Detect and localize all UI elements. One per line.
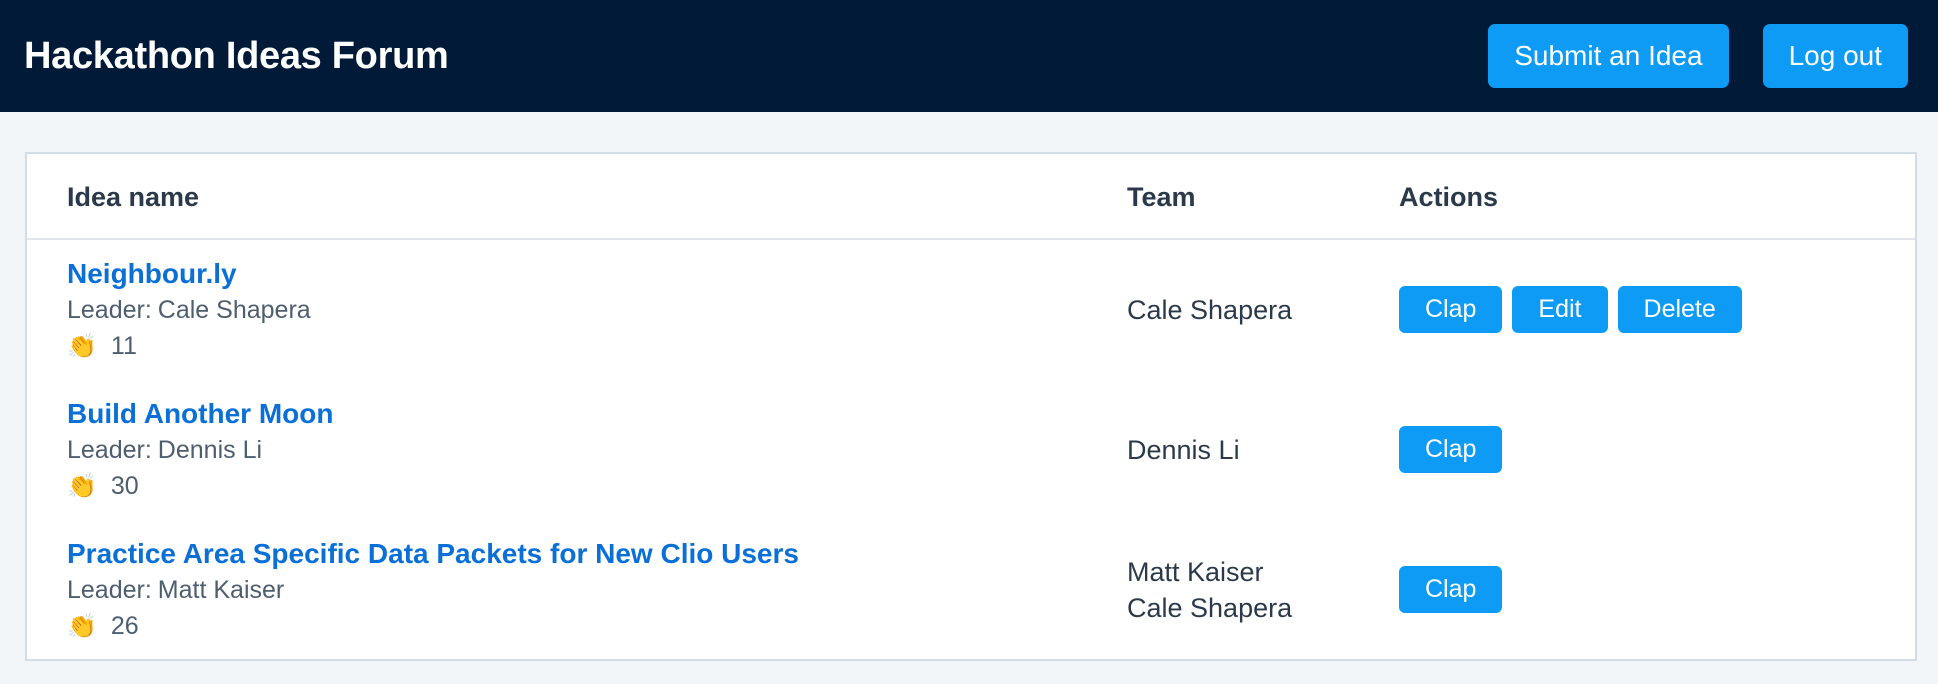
app-title: Hackathon Ideas Forum bbox=[24, 34, 449, 77]
clapping-hands-icon: 👏 bbox=[67, 612, 97, 640]
table-row: Build Another Moon Leader: Dennis Li 👏 30… bbox=[27, 380, 1915, 520]
team-members: Cale Shapera bbox=[1127, 292, 1292, 328]
clap-count: 👏 11 bbox=[67, 332, 137, 361]
row-actions: Clap bbox=[1399, 426, 1503, 473]
idea-leader: Leader: Dennis Li bbox=[67, 436, 262, 465]
team-members: Matt Kaiser Cale Shapera bbox=[1127, 554, 1292, 626]
clap-count: 👏 30 bbox=[67, 472, 139, 501]
column-header-actions: Actions bbox=[1399, 182, 1499, 212]
column-header-team: Team bbox=[1127, 182, 1196, 212]
team-member: Cale Shapera bbox=[1127, 295, 1293, 325]
clap-count-value: 26 bbox=[110, 612, 139, 640]
team-member: Matt Kaiser bbox=[1127, 557, 1264, 587]
clapping-hands-icon: 👏 bbox=[67, 332, 97, 360]
leader-name: Cale Shapera bbox=[157, 296, 311, 324]
idea-link[interactable]: Build Another Moon bbox=[67, 398, 333, 430]
idea-leader: Leader: Cale Shapera bbox=[67, 296, 311, 325]
logout-button[interactable]: Log out bbox=[1762, 24, 1908, 88]
idea-leader: Leader: Matt Kaiser bbox=[67, 576, 284, 605]
ideas-table: Idea name Team Actions Neighbour.ly Lead… bbox=[25, 152, 1917, 661]
clap-button[interactable]: Clap bbox=[1399, 566, 1503, 613]
clap-button[interactable]: Clap bbox=[1399, 286, 1503, 333]
team-member: Cale Shapera bbox=[1127, 593, 1293, 623]
clapping-hands-icon: 👏 bbox=[67, 472, 97, 500]
leader-name: Dennis Li bbox=[157, 436, 263, 464]
clap-count-value: 11 bbox=[110, 332, 137, 360]
leader-prefix: Leader: bbox=[67, 576, 152, 604]
team-members: Dennis Li bbox=[1127, 432, 1240, 468]
team-member: Dennis Li bbox=[1127, 435, 1240, 465]
clap-button[interactable]: Clap bbox=[1399, 426, 1503, 473]
clap-count: 👏 26 bbox=[67, 612, 139, 641]
edit-button[interactable]: Edit bbox=[1512, 286, 1608, 333]
leader-prefix: Leader: bbox=[67, 436, 152, 464]
table-row: Neighbour.ly Leader: Cale Shapera 👏 11 Ca… bbox=[27, 240, 1915, 380]
top-bar: Hackathon Ideas Forum Submit an Idea Log… bbox=[0, 0, 1938, 112]
column-header-idea-name: Idea name bbox=[67, 182, 200, 212]
table-header: Idea name Team Actions bbox=[27, 154, 1915, 240]
leader-prefix: Leader: bbox=[67, 296, 152, 324]
row-actions: Clap bbox=[1399, 566, 1503, 613]
submit-idea-button[interactable]: Submit an Idea bbox=[1488, 24, 1729, 88]
top-actions: Submit an Idea Log out bbox=[1488, 24, 1908, 88]
delete-button[interactable]: Delete bbox=[1617, 286, 1742, 333]
row-actions: Clap Edit Delete bbox=[1399, 286, 1742, 333]
table-row: Practice Area Specific Data Packets for … bbox=[27, 520, 1915, 660]
idea-link[interactable]: Practice Area Specific Data Packets for … bbox=[67, 538, 799, 570]
leader-name: Matt Kaiser bbox=[157, 576, 285, 604]
idea-link[interactable]: Neighbour.ly bbox=[67, 258, 237, 290]
clap-count-value: 30 bbox=[110, 472, 139, 500]
